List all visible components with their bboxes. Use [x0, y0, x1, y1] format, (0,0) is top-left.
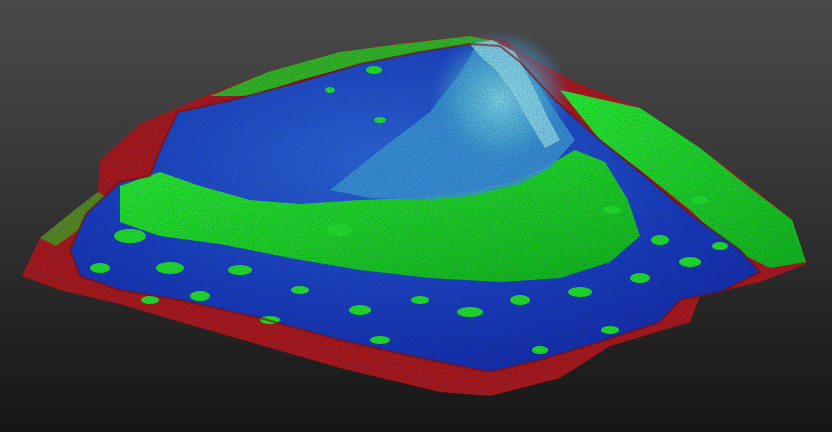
point-cloud-speckle: [22, 36, 806, 396]
point-cloud-render: [22, 30, 806, 396]
3d-viewport[interactable]: [0, 0, 832, 432]
